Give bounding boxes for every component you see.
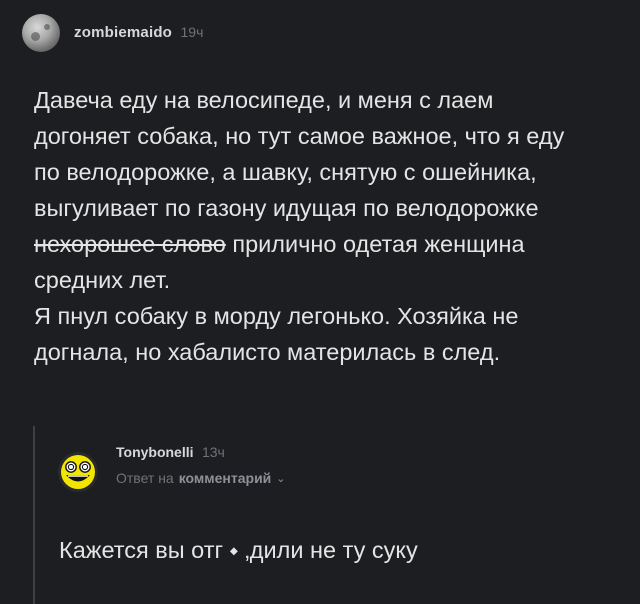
reply-meta: Tonybonelli 13ч Ответ на комментарий ⌄ — [116, 444, 286, 486]
reply-body: Кажется вы отг ⬩ ‚дили не ту суку — [59, 537, 418, 563]
reply-to-link[interactable]: Ответ на комментарий ⌄ — [116, 470, 286, 486]
post-meta: zombiemaido 19ч — [74, 24, 203, 42]
post-line-rest: прилично одетая женщина — [225, 231, 525, 257]
strikethrough-text: нехорошее слово — [34, 231, 226, 257]
post-line: нехорошее слово прилично одетая женщина — [34, 226, 624, 262]
reply-thread-line — [33, 426, 35, 604]
post-line: средних лет. — [34, 267, 171, 293]
reply-header: Tonybonelli 13ч Ответ на комментарий ⌄ — [58, 444, 286, 492]
post-line: по велодорожке, а шавку, снятую с ошейни… — [34, 159, 537, 185]
reply-time: 13ч — [201, 444, 225, 460]
post-username[interactable]: zombiemaido — [74, 24, 172, 41]
post-time: 19ч — [180, 24, 204, 40]
post-line: Давеча еду на велосипеде, и меня с лаем — [34, 87, 494, 113]
chevron-down-icon: ⌄ — [276, 472, 286, 485]
post-line: догоняет собака, но тут самое важное, чт… — [34, 123, 565, 149]
reply-to-prefix: Ответ на — [116, 470, 174, 486]
reply-username[interactable]: Tonybonelli — [116, 444, 194, 460]
reply-to-target: комментарий — [178, 470, 272, 486]
post-line: догнала, но хабалисто материлась в след. — [34, 339, 501, 365]
smiley-avatar[interactable] — [58, 452, 98, 492]
post-line: выгуливает по газону идущая по велодорож… — [34, 195, 539, 221]
avatar[interactable] — [22, 14, 60, 52]
smiley-face-icon — [61, 455, 95, 489]
post-body: Давеча еду на велосипеде, и меня с лаем … — [34, 82, 624, 370]
post-line: Я пнул собаку в морду легонько. Хозяйка … — [34, 303, 519, 329]
post-header: zombiemaido 19ч — [22, 14, 203, 52]
